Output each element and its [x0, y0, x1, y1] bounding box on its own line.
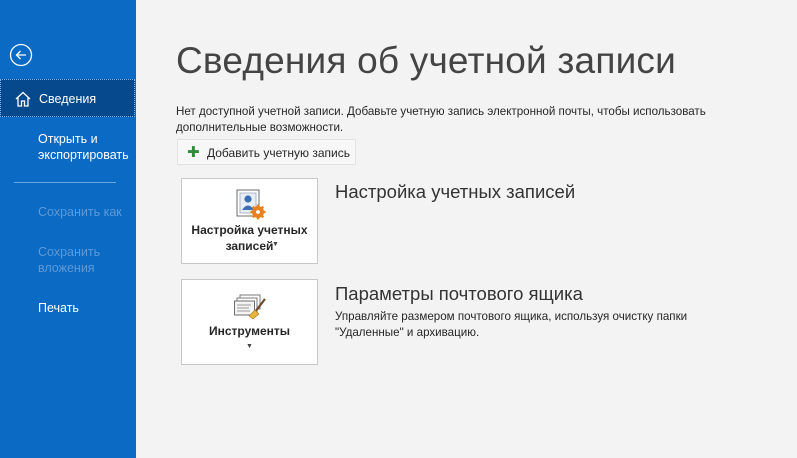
tools-tile-label: Инструменты	[208, 324, 291, 338]
chevron-down-icon: ▼	[272, 241, 279, 248]
mailbox-settings-heading: Параметры почтового ящика	[335, 283, 583, 304]
backstage-sidebar: Сведения Открыть и экспортировать Сохран…	[0, 0, 136, 458]
nav-item-save-as[interactable]: Сохранить как	[0, 199, 135, 225]
add-account-button[interactable]: ✚ Добавить учетную запись	[177, 139, 356, 165]
sidebar-divider	[14, 182, 116, 183]
nav-item-open-export[interactable]: Открыть и экспортировать	[0, 126, 135, 170]
plus-icon: ✚	[187, 144, 200, 161]
nav-item-print[interactable]: Печать	[0, 295, 135, 321]
mailbox-settings-description: Управляйте размером почтового ящика, исп…	[335, 310, 688, 339]
account-settings-tile[interactable]: Настройка учетных записей ▼	[181, 178, 318, 264]
tools-tile[interactable]: Инструменты ▼	[181, 279, 318, 365]
back-button[interactable]	[9, 43, 33, 67]
home-icon	[15, 91, 31, 107]
account-settings-tile-label: Настройка учетных записей	[191, 223, 308, 253]
tools-icon	[234, 294, 266, 320]
nav-item-info[interactable]: Сведения	[0, 79, 135, 117]
nav-item-label: Сохранить как	[38, 205, 122, 219]
nav-item-save-attachments[interactable]: Сохранить вложения	[0, 239, 135, 279]
page-title: Сведения об учетной записи	[176, 40, 677, 81]
account-settings-heading: Настройка учетных записей	[335, 181, 576, 202]
no-account-message: Нет доступной учетной записи. Добавьте у…	[176, 105, 706, 134]
back-arrow-icon	[9, 43, 33, 67]
nav-item-label: Сохранить вложения	[38, 245, 101, 275]
account-settings-icon	[236, 189, 266, 220]
chevron-down-icon: ▼	[246, 343, 253, 350]
nav-item-label: Печать	[38, 301, 79, 315]
add-account-label: Добавить учетную запись	[207, 146, 350, 160]
nav-item-label: Открыть и экспортировать	[38, 132, 129, 162]
nav-item-label: Сведения	[39, 92, 97, 106]
